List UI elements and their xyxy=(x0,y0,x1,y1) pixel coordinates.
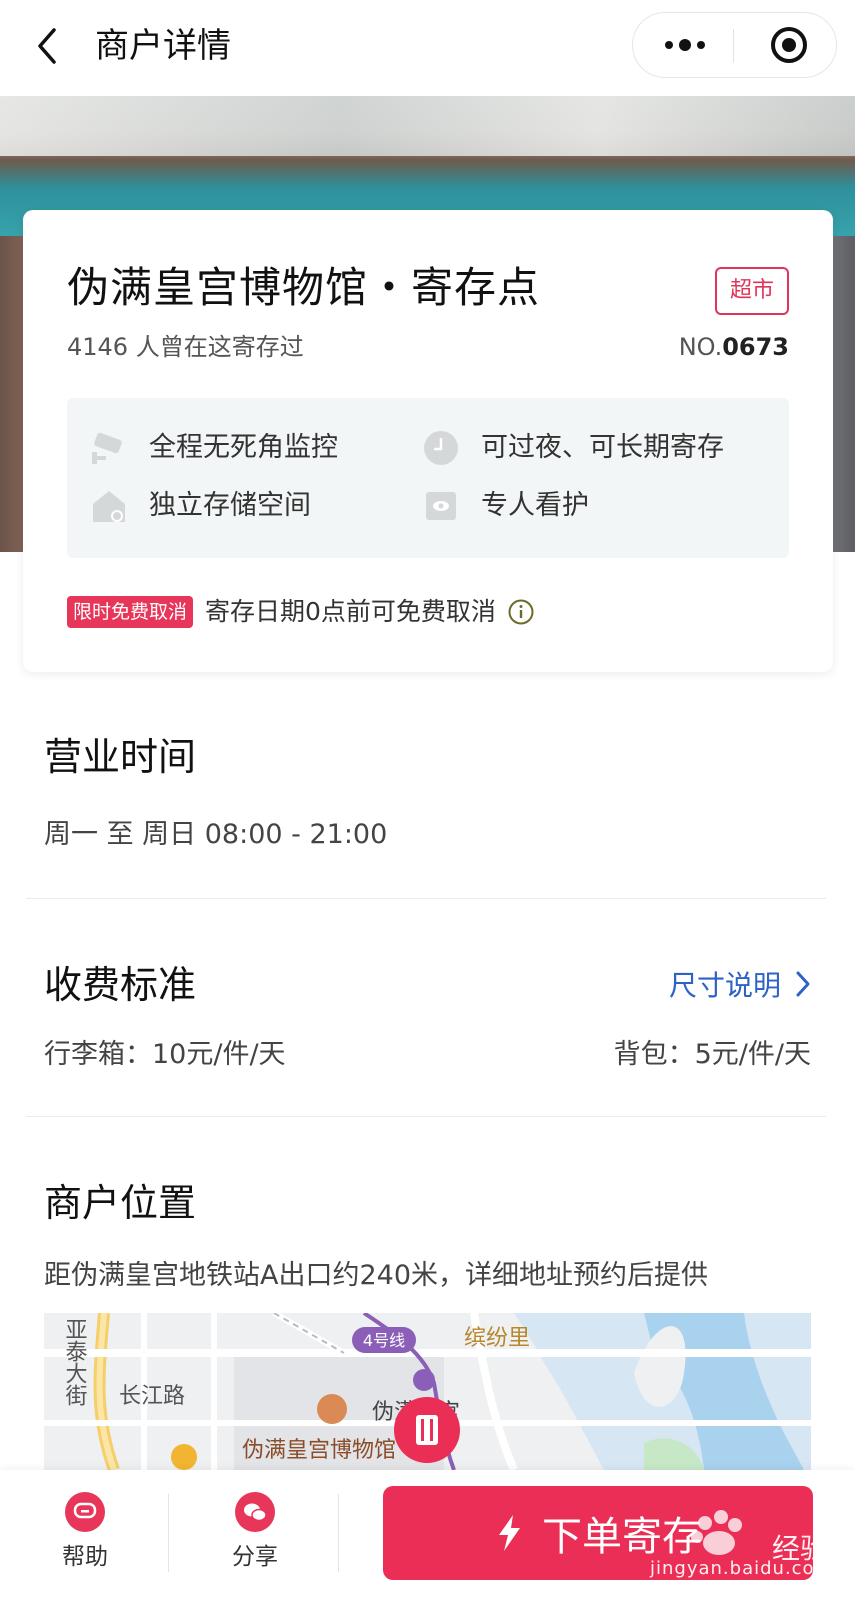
banner-blur-top xyxy=(0,96,855,156)
map-label-changjiang: 长江路 xyxy=(119,1384,185,1409)
feature-label: 可过夜、可长期寄存 xyxy=(481,432,724,463)
map-label-museum: 伪满皇宫博物馆 xyxy=(242,1438,396,1463)
location-text: 距伪满皇宫地铁站A出口约240米，详细地址预约后提供 xyxy=(44,1260,709,1291)
luggage-price: 行李箱：10元/件/天 xyxy=(44,1039,286,1070)
map-metro-line-label: 4号线 xyxy=(363,1331,405,1350)
location-map[interactable]: 4号线 缤纷里 亚泰大街 长江路 伪满皇宫 伪满皇宫博物馆 xyxy=(44,1313,811,1470)
location-title: 商户位置 xyxy=(44,1181,197,1225)
back-icon[interactable] xyxy=(30,24,70,68)
help-label: 帮助 xyxy=(62,1544,108,1570)
camera-icon xyxy=(89,428,129,468)
map-canvas: 4号线 缤纷里 亚泰大街 长江路 伪满皇宫 伪满皇宫博物馆 xyxy=(44,1313,811,1470)
category-tag: 超市 xyxy=(715,267,789,315)
feature-label: 专人看护 xyxy=(481,490,589,521)
lightning-icon xyxy=(499,1515,520,1551)
backpack-price: 背包：5元/件/天 xyxy=(613,1039,811,1070)
store-number: NO.0673 xyxy=(679,330,789,364)
clock-icon xyxy=(421,428,461,468)
hours-text: 周一 至 周日 08:00 - 21:00 xyxy=(44,819,388,850)
close-miniapp-icon[interactable] xyxy=(761,23,817,67)
store-name: 伪满皇宫博物馆・寄存点 xyxy=(67,263,541,312)
divider xyxy=(26,1116,826,1117)
wechat-icon xyxy=(235,1492,275,1532)
divider xyxy=(338,1494,339,1572)
divider xyxy=(168,1494,169,1572)
free-cancel-row: 限时免费取消 寄存日期0点前可免费取消 xyxy=(67,594,534,630)
feature-item: 独立存储空间 xyxy=(89,484,311,528)
watermark-url: jingyan.baidu.com xyxy=(650,1558,834,1579)
top-nav-bar: 商户详情 xyxy=(0,0,855,96)
house-icon xyxy=(89,486,129,526)
store-number-value: 0673 xyxy=(722,333,789,361)
free-cancel-text: 寄存日期0点前可免费取消 xyxy=(205,597,496,626)
feature-label: 独立存储空间 xyxy=(149,490,311,521)
page-title: 商户详情 xyxy=(95,26,231,66)
features-box: 全程无死角监控 可过夜、可长期寄存 独立存储空间 专人看护 xyxy=(67,398,789,558)
store-number-prefix: NO. xyxy=(678,333,723,361)
free-cancel-badge: 限时免费取消 xyxy=(67,596,194,628)
map-label-street: 亚泰大街 xyxy=(62,1318,88,1406)
visitors-count: 4146 人曾在这寄存过 xyxy=(67,333,304,361)
store-info-card: 伪满皇宫博物馆・寄存点 超市 4146 人曾在这寄存过 NO.0673 全程无死… xyxy=(23,210,833,672)
pricing-title: 收费标准 xyxy=(44,963,197,1007)
chevron-right-icon xyxy=(796,971,810,997)
share-label: 分享 xyxy=(232,1544,278,1570)
feature-item: 全程无死角监控 xyxy=(89,426,338,470)
size-info-link[interactable]: 尺寸说明 xyxy=(669,962,811,1006)
map-label-binfenli: 缤纷里 xyxy=(464,1326,530,1351)
feature-item: 专人看护 xyxy=(421,484,589,528)
more-dots-icon[interactable] xyxy=(655,23,715,67)
size-info-label: 尺寸说明 xyxy=(668,969,781,1002)
miniapp-capsule xyxy=(632,12,837,78)
share-button[interactable]: 分享 xyxy=(200,1492,310,1582)
feature-label: 全程无死角监控 xyxy=(149,432,338,463)
chat-bubble-icon xyxy=(65,1492,105,1532)
divider xyxy=(26,898,826,899)
feature-item: 可过夜、可长期寄存 xyxy=(421,426,724,470)
info-icon[interactable] xyxy=(508,599,534,625)
eye-icon xyxy=(421,486,461,526)
hours-title: 营业时间 xyxy=(44,735,197,779)
capsule-divider xyxy=(733,29,734,63)
help-button[interactable]: 帮助 xyxy=(30,1492,140,1582)
